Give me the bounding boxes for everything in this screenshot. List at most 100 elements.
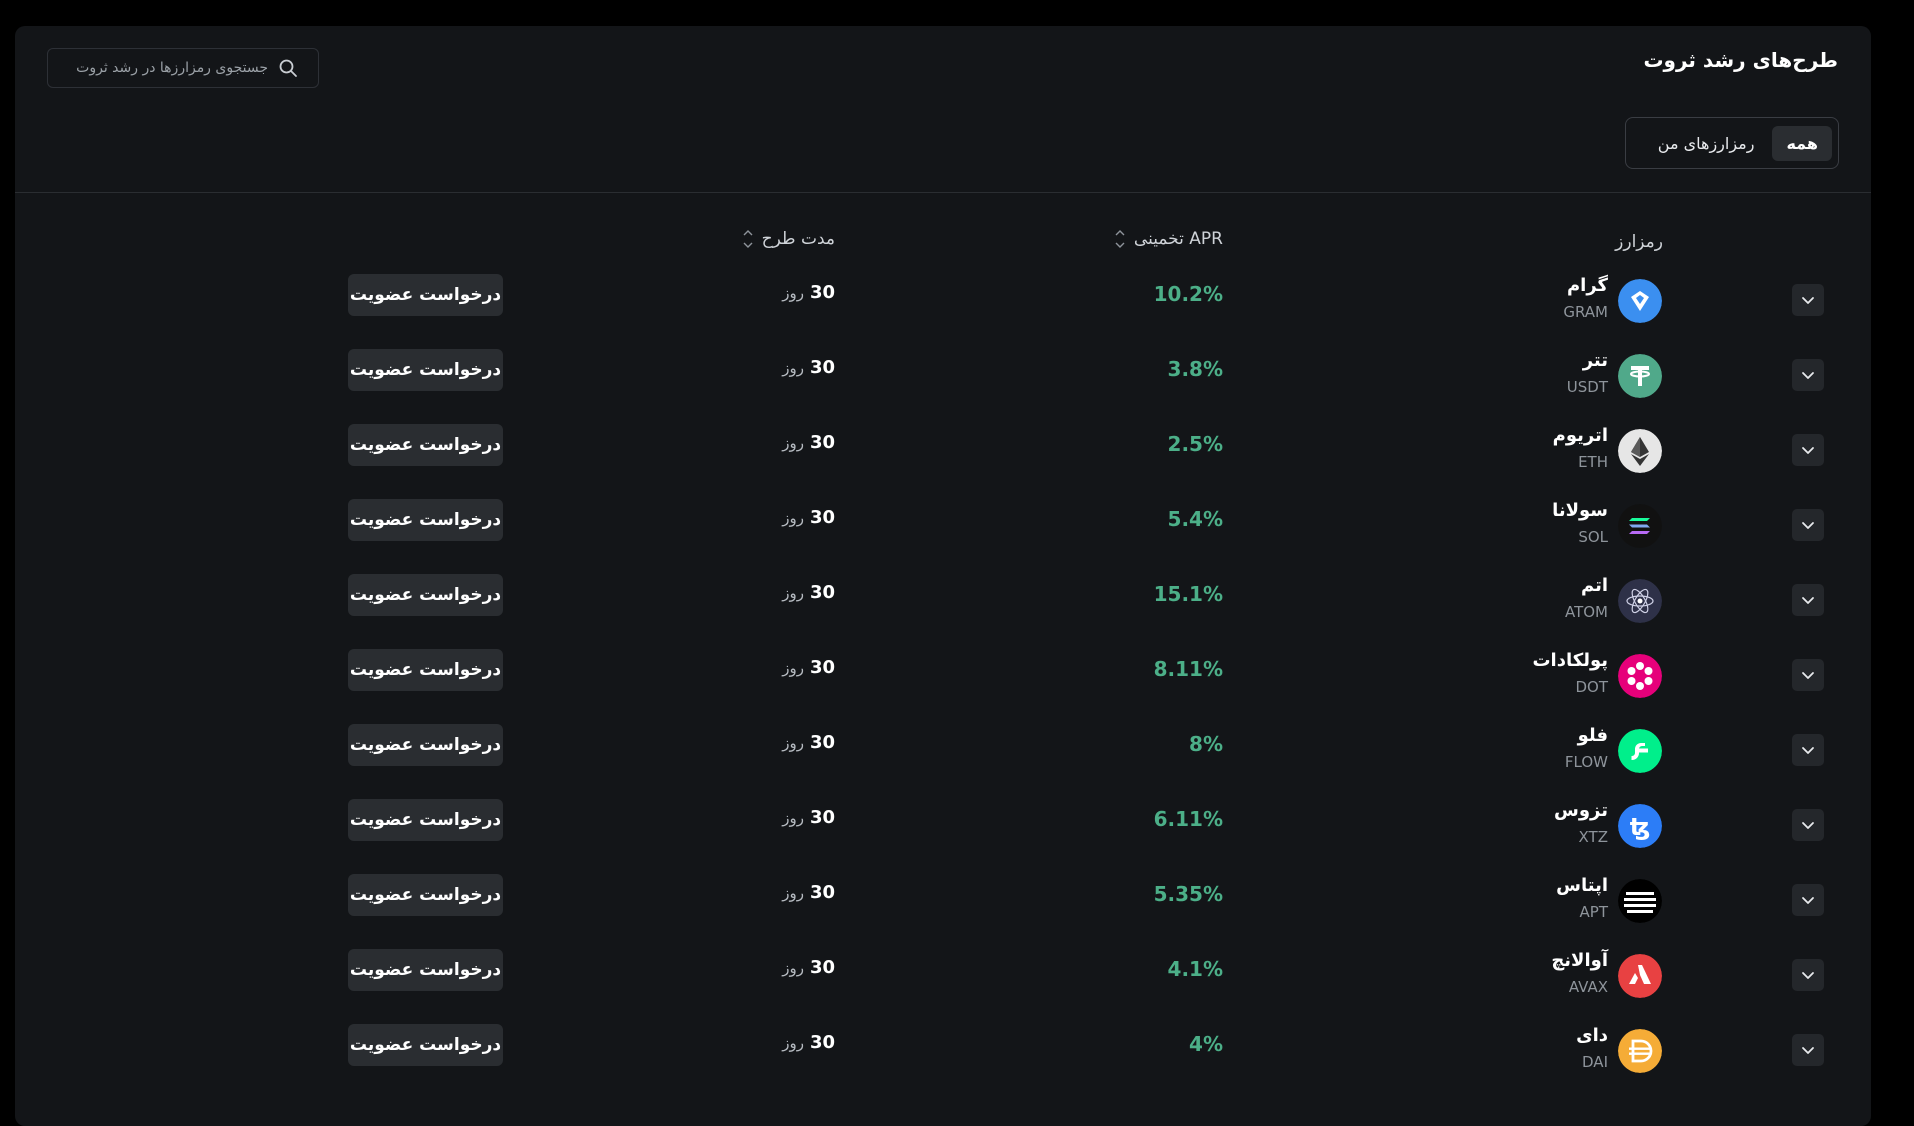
- sort-icon: [1115, 230, 1125, 248]
- expand-row-button[interactable]: [1792, 284, 1824, 316]
- table-row: اتریوم ETH 2.5% روز 30 درخواست عضویت: [15, 416, 1871, 491]
- join-request-button[interactable]: درخواست عضویت: [348, 424, 503, 466]
- expand-row-button[interactable]: [1792, 734, 1824, 766]
- column-asset: رمزارز: [1615, 232, 1663, 252]
- chevron-down-icon: [1802, 597, 1814, 604]
- chevron-down-icon: [1802, 1047, 1814, 1054]
- expand-row-button[interactable]: [1792, 659, 1824, 691]
- duration-value: 30: [809, 357, 835, 378]
- join-request-button[interactable]: درخواست عضویت: [348, 649, 503, 691]
- page-title: طرح‌های رشد ثروت: [1643, 48, 1838, 72]
- coin-symbol: USDT: [1566, 378, 1608, 396]
- coin-symbol: DOT: [1575, 678, 1608, 696]
- duration: روز 30: [782, 1032, 835, 1053]
- apr-value: 4.1%: [1167, 957, 1223, 981]
- expand-row-button[interactable]: [1792, 584, 1824, 616]
- join-request-button[interactable]: درخواست عضویت: [348, 1024, 503, 1066]
- search-input[interactable]: جستجوی رمزارزها در رشد ثروت: [47, 48, 319, 88]
- duration: روز 30: [782, 732, 835, 753]
- coin-symbol: APT: [1579, 903, 1608, 921]
- duration-value: 30: [809, 432, 835, 453]
- table-row: اتم ATOM 15.1% روز 30 درخواست عضویت: [15, 566, 1871, 641]
- expand-row-button[interactable]: [1792, 1034, 1824, 1066]
- apr-value: 4%: [1189, 1032, 1223, 1056]
- filter-tabs: همه رمزارزهای من: [1625, 117, 1839, 169]
- apr-value: 10.2%: [1153, 282, 1223, 306]
- table-row: تتر USDT 3.8% روز 30 درخواست عضویت: [15, 341, 1871, 416]
- table-row: گرام GRAM 10.2% روز 30 درخواست عضویت: [15, 266, 1871, 341]
- main-panel: طرح‌های رشد ثروت جستجوی رمزارزها در رشد …: [15, 26, 1871, 1126]
- apr-value: 15.1%: [1153, 582, 1223, 606]
- tether-icon: [1618, 354, 1662, 398]
- coin-name: تزوس: [1554, 800, 1608, 821]
- chevron-down-icon: [1802, 747, 1814, 754]
- svg-text:ꜩ: ꜩ: [1630, 813, 1651, 841]
- avalanche-icon: [1618, 954, 1662, 998]
- expand-row-button[interactable]: [1792, 809, 1824, 841]
- join-request-button[interactable]: درخواست عضویت: [348, 349, 503, 391]
- chevron-down-icon: [1802, 822, 1814, 829]
- table-row: اپتاس APT 5.35% روز 30 درخواست عضویت: [15, 866, 1871, 941]
- apr-value: 2.5%: [1167, 432, 1223, 456]
- join-request-button[interactable]: درخواست عضویت: [348, 724, 503, 766]
- expand-row-button[interactable]: [1792, 434, 1824, 466]
- expand-row-button[interactable]: [1792, 359, 1824, 391]
- table-row: دای DAI 4% روز 30 درخواست عضویت: [15, 1016, 1871, 1091]
- join-request-button[interactable]: درخواست عضویت: [348, 574, 503, 616]
- join-request-button[interactable]: درخواست عضویت: [348, 274, 503, 316]
- duration-unit: روز: [782, 359, 804, 377]
- table-row: سولانا SOL 5.4% روز 30 درخواست عضویت: [15, 491, 1871, 566]
- expand-row-button[interactable]: [1792, 884, 1824, 916]
- duration: روز 30: [782, 657, 835, 678]
- coin-name: گرام: [1566, 275, 1608, 296]
- coin-symbol: XTZ: [1578, 828, 1608, 846]
- coin-name: اتریوم: [1552, 425, 1608, 446]
- header-divider: [15, 192, 1871, 193]
- expand-row-button[interactable]: [1792, 509, 1824, 541]
- chevron-down-icon: [1802, 672, 1814, 679]
- coin-symbol: ATOM: [1564, 603, 1608, 621]
- table-row: فلو FLOW 8% روز 30 درخواست عضویت: [15, 716, 1871, 791]
- apr-value: 8.11%: [1153, 657, 1223, 681]
- duration-unit: روز: [782, 434, 804, 452]
- duration-value: 30: [809, 657, 835, 678]
- solana-icon: [1618, 504, 1662, 548]
- expand-row-button[interactable]: [1792, 959, 1824, 991]
- join-request-button[interactable]: درخواست عضویت: [348, 874, 503, 916]
- search-placeholder: جستجوی رمزارزها در رشد ثروت: [76, 60, 268, 76]
- column-apr[interactable]: APR تخمینی: [1114, 226, 1223, 252]
- chevron-down-icon: [1802, 972, 1814, 979]
- coin-name: تتر: [1582, 350, 1608, 371]
- flow-icon: [1618, 729, 1662, 773]
- join-request-button[interactable]: درخواست عضویت: [348, 499, 503, 541]
- search-icon: [279, 59, 297, 77]
- duration-value: 30: [809, 582, 835, 603]
- coin-name: آوالانچ: [1551, 950, 1608, 971]
- table-row: آوالانچ AVAX 4.1% روز 30 درخواست عضویت: [15, 941, 1871, 1016]
- coin-symbol: SOL: [1578, 528, 1608, 546]
- apr-value: 8%: [1189, 732, 1223, 756]
- table-row: ꜩ تزوس XTZ 6.11% روز 30 درخواست عضویت: [15, 791, 1871, 866]
- chevron-down-icon: [1802, 297, 1814, 304]
- duration-value: 30: [809, 957, 835, 978]
- join-request-button[interactable]: درخواست عضویت: [348, 949, 503, 991]
- tab-all[interactable]: همه: [1772, 125, 1832, 161]
- duration: روز 30: [782, 432, 835, 453]
- coin-symbol: ETH: [1578, 453, 1608, 471]
- tezos-icon: ꜩ: [1618, 804, 1662, 848]
- duration-unit: روز: [782, 284, 804, 302]
- chevron-down-icon: [1802, 372, 1814, 379]
- ethereum-icon: [1618, 429, 1662, 473]
- tab-my-assets[interactable]: رمزارزهای من: [1644, 126, 1769, 161]
- join-request-button[interactable]: درخواست عضویت: [348, 799, 503, 841]
- duration-unit: روز: [782, 959, 804, 977]
- duration-unit: روز: [782, 809, 804, 827]
- duration-value: 30: [809, 507, 835, 528]
- apr-value: 5.4%: [1167, 507, 1223, 531]
- column-duration[interactable]: مدت طرح: [742, 226, 835, 252]
- polkadot-icon: [1618, 654, 1662, 698]
- duration-value: 30: [809, 282, 835, 303]
- chevron-down-icon: [1802, 447, 1814, 454]
- coin-name: اتم: [1580, 575, 1608, 596]
- duration-value: 30: [809, 732, 835, 753]
